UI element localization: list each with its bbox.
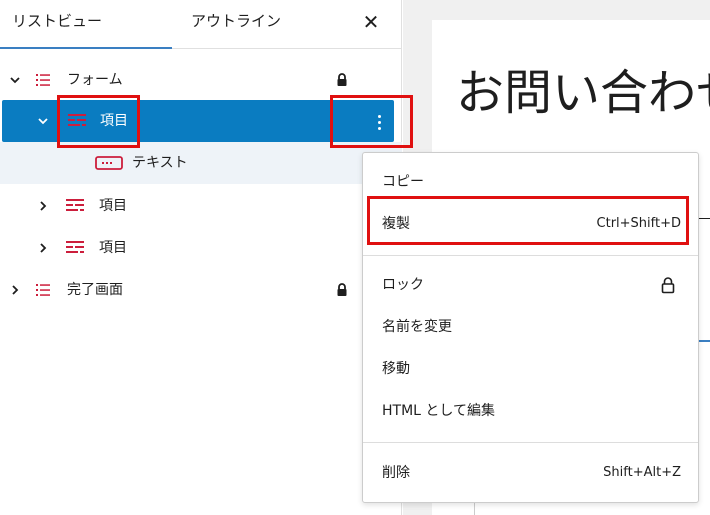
shortcut-label: Shift+Alt+Z <box>603 465 681 480</box>
menu-item-label: HTML として編集 <box>382 403 495 419</box>
text-input-icon <box>95 154 123 172</box>
menu-item-delete[interactable]: 削除 Shift+Alt+Z <box>364 452 698 494</box>
chevron-right-icon[interactable] <box>35 240 51 256</box>
menu-item-move[interactable]: 移動 <box>364 348 698 390</box>
tab-outline[interactable]: アウトライン <box>172 0 300 48</box>
menu-separator <box>363 255 698 256</box>
chevron-down-icon[interactable] <box>35 113 51 129</box>
list-view-panel: リストビュー アウトライン ✕ フォーム 項目 テキスト 項目 項目 完了画面 <box>0 0 402 515</box>
tree-item-label: 完了画面 <box>67 282 123 298</box>
page-title[interactable]: お問い合わせ <box>456 58 710 128</box>
menu-item-rename[interactable]: 名前を変更 <box>364 306 698 348</box>
lock-icon <box>335 282 349 298</box>
menu-item-copy[interactable]: コピー <box>364 161 698 203</box>
tree-item-field-selected[interactable]: 項目 <box>2 100 394 142</box>
menu-item-label: 削除 <box>382 465 410 481</box>
lock-icon <box>335 72 349 88</box>
close-icon[interactable]: ✕ <box>357 8 385 36</box>
panel-tabs: リストビュー アウトライン ✕ <box>0 0 402 49</box>
tree-item-field[interactable]: 項目 <box>0 185 402 227</box>
tree-item-label: 項目 <box>99 198 127 214</box>
tree-item-label: 項目 <box>100 113 128 129</box>
tree-item-text[interactable]: テキスト <box>0 142 402 184</box>
form-field-icon <box>67 112 86 130</box>
shortcut-label: Ctrl+Shift+D <box>596 216 681 231</box>
menu-item-label: コピー <box>382 174 424 190</box>
chevron-right-icon[interactable] <box>35 198 51 214</box>
more-vertical-icon[interactable] <box>369 111 389 133</box>
chevron-right-icon[interactable] <box>7 282 23 298</box>
menu-item-lock[interactable]: ロック <box>364 264 698 306</box>
list-icon <box>34 71 52 89</box>
block-options-menu: コピー 複製 Ctrl+Shift+D ロック 名前を変更 移動 HTML とし… <box>362 152 699 503</box>
tree-item-complete[interactable]: 完了画面 <box>0 269 402 311</box>
menu-separator <box>363 442 698 443</box>
menu-item-label: ロック <box>382 277 424 293</box>
menu-item-duplicate[interactable]: 複製 Ctrl+Shift+D <box>364 203 698 245</box>
tree-item-label: テキスト <box>132 155 188 171</box>
tree-item-label: 項目 <box>99 240 127 256</box>
menu-item-label: 複製 <box>382 216 410 232</box>
tab-list-view[interactable]: リストビュー <box>0 0 172 49</box>
chevron-down-icon[interactable] <box>7 72 23 88</box>
menu-item-label: 名前を変更 <box>382 319 452 335</box>
tree-item-form[interactable]: フォーム <box>0 59 402 101</box>
menu-item-edit-html[interactable]: HTML として編集 <box>364 390 698 432</box>
form-field-icon <box>65 197 84 215</box>
form-field-icon <box>65 239 84 257</box>
tree-item-field[interactable]: 項目 <box>0 227 402 269</box>
list-icon <box>34 281 52 299</box>
tree-item-label: フォーム <box>67 72 123 88</box>
lock-outline-icon <box>660 276 676 294</box>
menu-item-label: 移動 <box>382 361 410 377</box>
